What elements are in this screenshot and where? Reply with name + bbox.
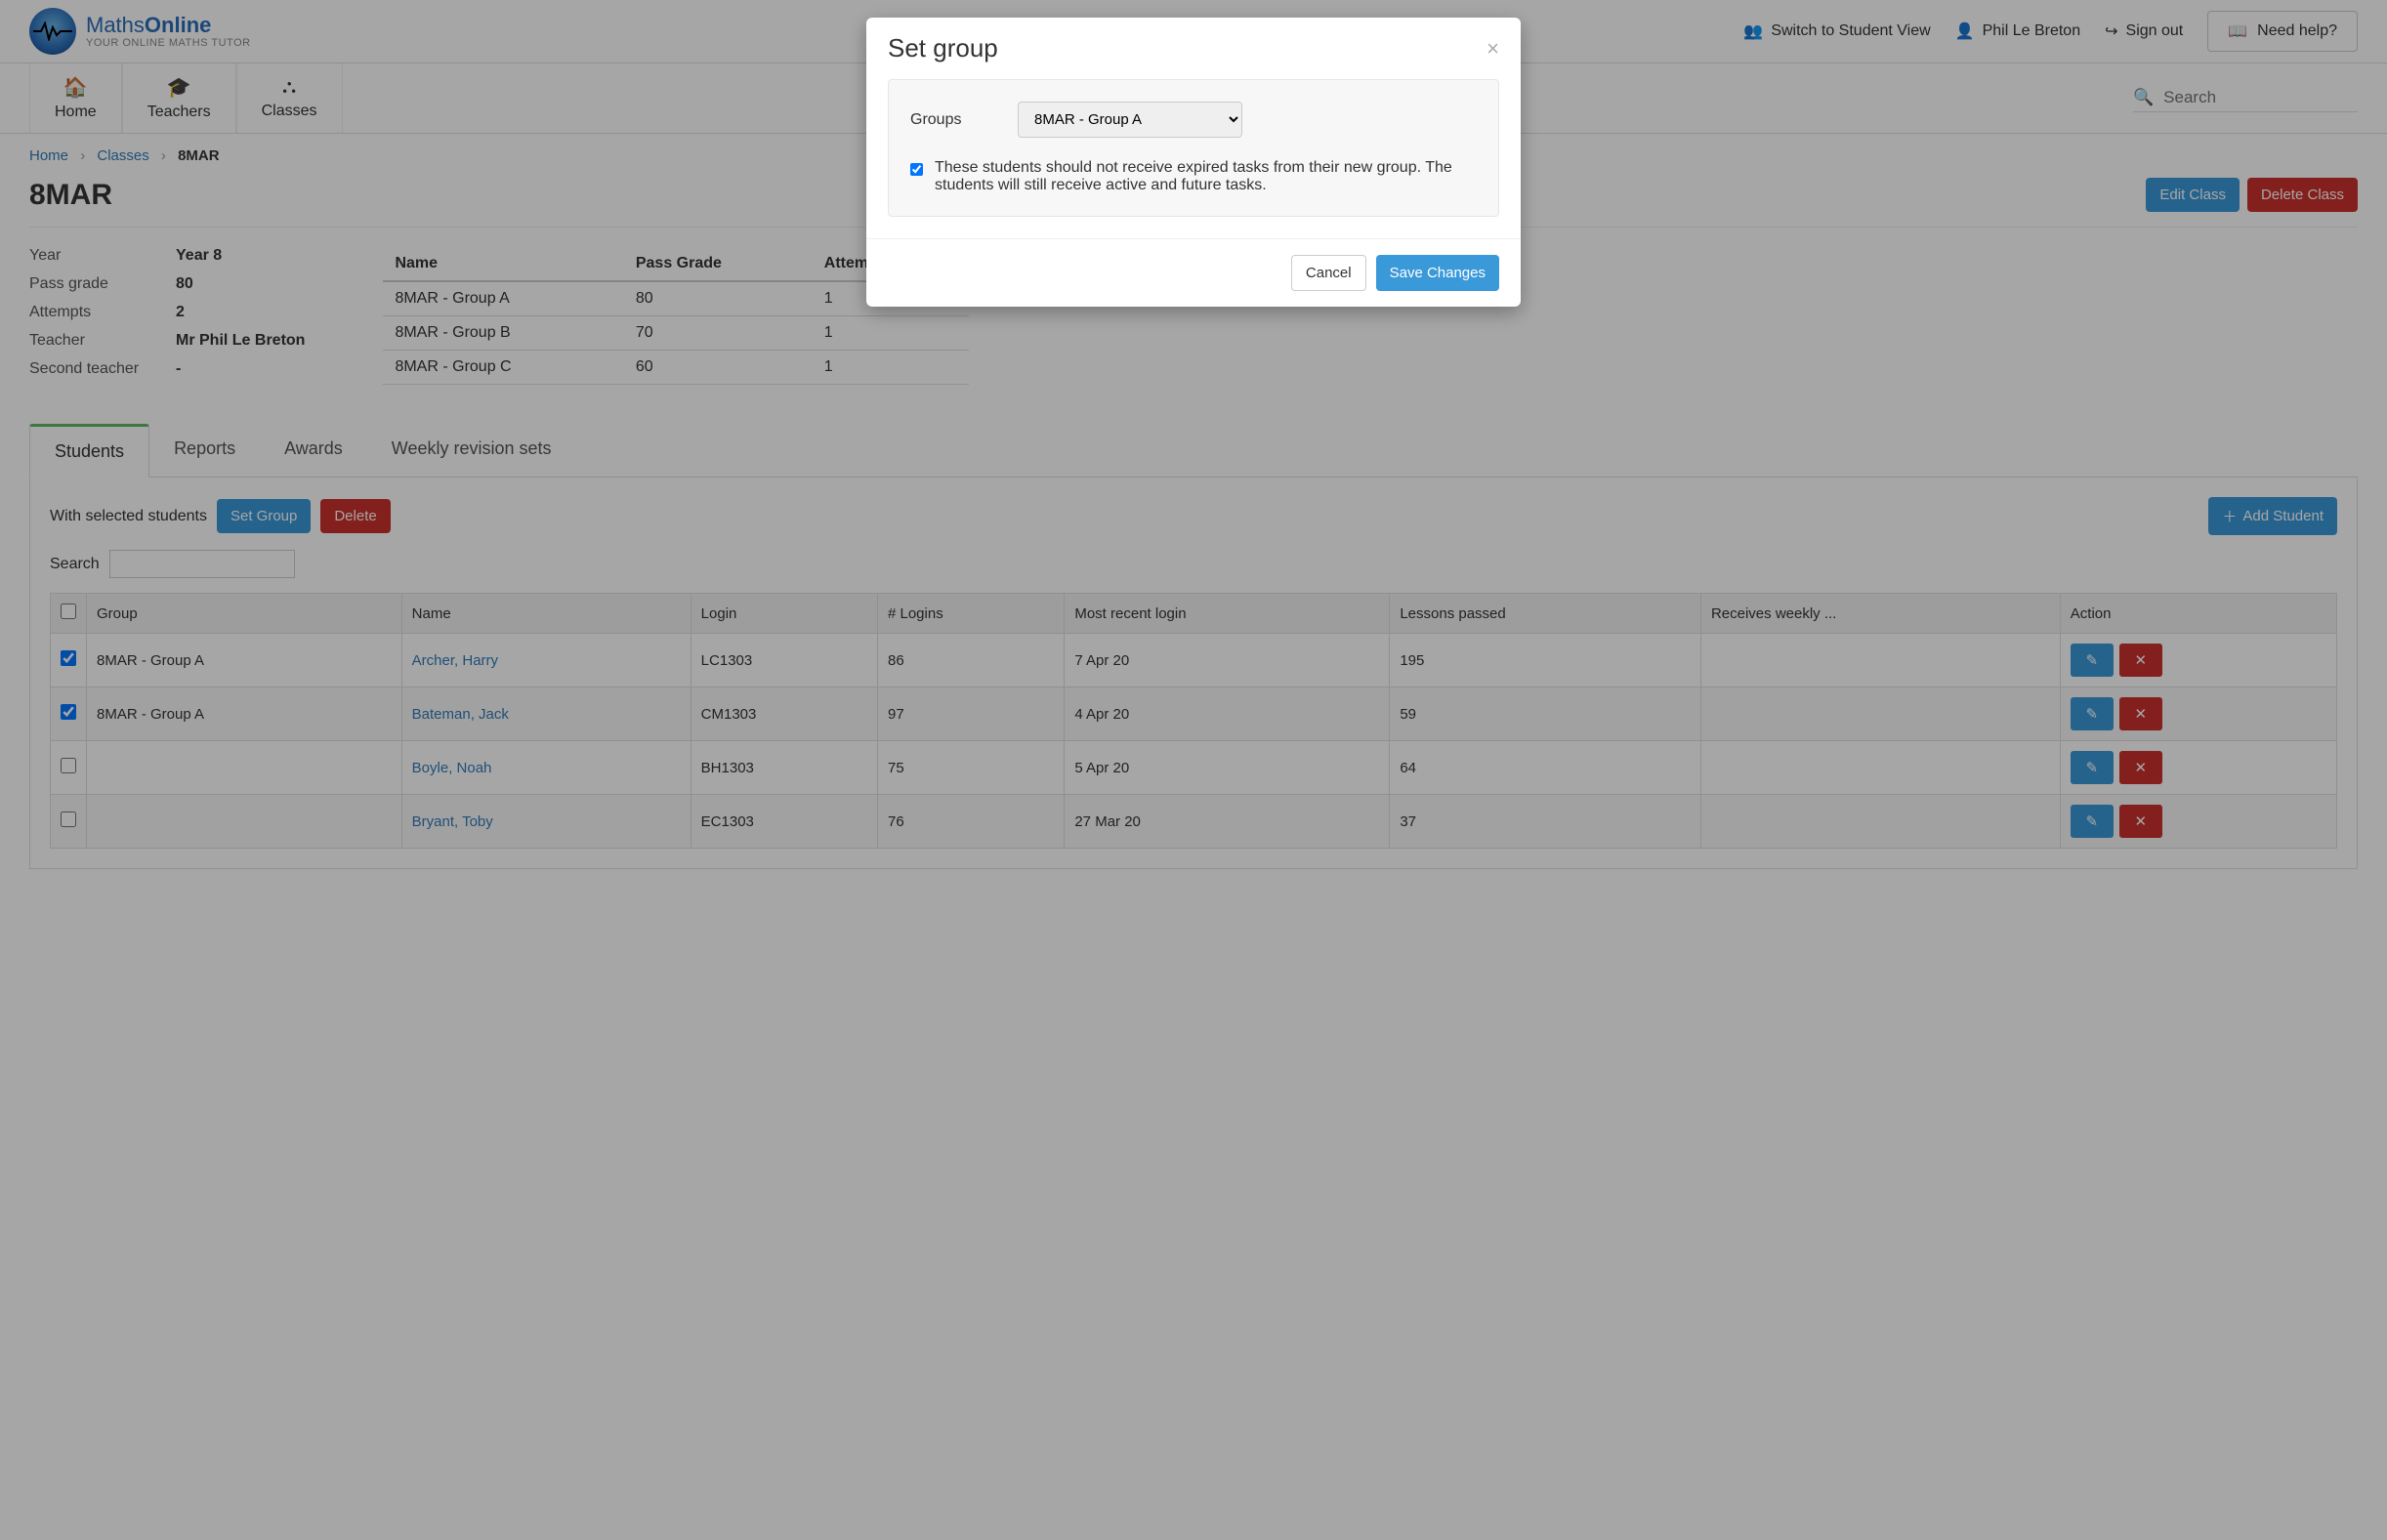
expired-tasks-row: These students should not receive expire… — [910, 159, 1477, 194]
groups-select-label: Groups — [910, 111, 988, 129]
modal-wellbox: Groups 8MAR - Group A These students sho… — [888, 79, 1499, 217]
close-icon[interactable]: × — [1487, 36, 1499, 62]
modal-header: Set group × — [866, 18, 1521, 79]
cancel-button[interactable]: Cancel — [1291, 255, 1366, 291]
modal-title: Set group — [888, 33, 998, 63]
modal-footer: Cancel Save Changes — [866, 238, 1521, 307]
expired-tasks-checkbox[interactable] — [910, 163, 923, 176]
modal-body: Groups 8MAR - Group A These students sho… — [866, 79, 1521, 238]
save-changes-button[interactable]: Save Changes — [1376, 255, 1499, 291]
groups-form-row: Groups 8MAR - Group A — [910, 102, 1477, 138]
groups-select[interactable]: 8MAR - Group A — [1018, 102, 1242, 138]
expired-tasks-text: These students should not receive expire… — [935, 159, 1477, 194]
set-group-modal: Set group × Groups 8MAR - Group A These … — [866, 18, 1521, 307]
